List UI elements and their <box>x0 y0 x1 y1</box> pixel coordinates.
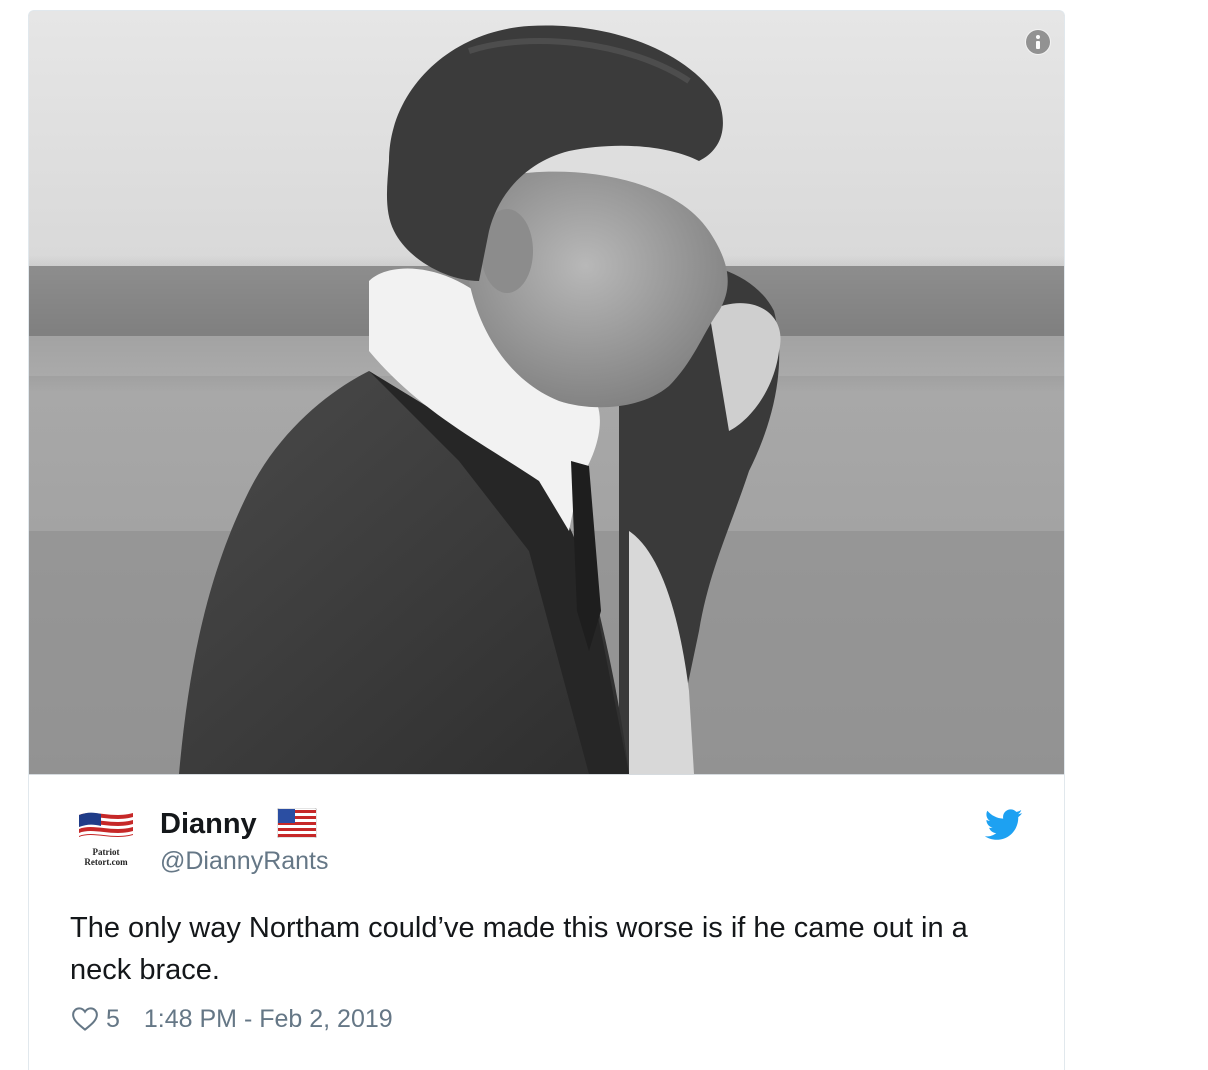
avatar-caption-line2: Retort.com <box>84 857 128 867</box>
heart-icon[interactable] <box>70 1004 100 1034</box>
avatar-caption: Patriot Retort.com <box>73 847 139 867</box>
timestamp[interactable]: 1:48 PM - Feb 2, 2019 <box>144 1001 393 1037</box>
info-icon[interactable] <box>1026 30 1050 54</box>
tweet-text: The only way Northam could’ve made this … <box>70 912 968 986</box>
avatar[interactable]: Patriot Retort.com <box>73 807 139 873</box>
like-count[interactable]: 5 <box>106 1001 120 1037</box>
tweet-card: Patriot Retort.com Dianny @DiannyRants T… <box>28 10 1065 1070</box>
handle[interactable]: @DiannyRants <box>160 845 329 877</box>
us-flag-icon <box>79 812 133 837</box>
avatar-caption-line1: Patriot <box>92 847 120 857</box>
display-name[interactable]: Dianny <box>160 807 257 841</box>
twitter-bird-icon[interactable] <box>985 809 1023 841</box>
photo-image <box>29 11 1064 774</box>
divider <box>29 774 1064 775</box>
us-flag-icon <box>277 808 317 838</box>
tweet-footer: 5 1:48 PM - Feb 2, 2019 <box>70 1001 393 1037</box>
tweet-photo[interactable] <box>29 11 1064 774</box>
